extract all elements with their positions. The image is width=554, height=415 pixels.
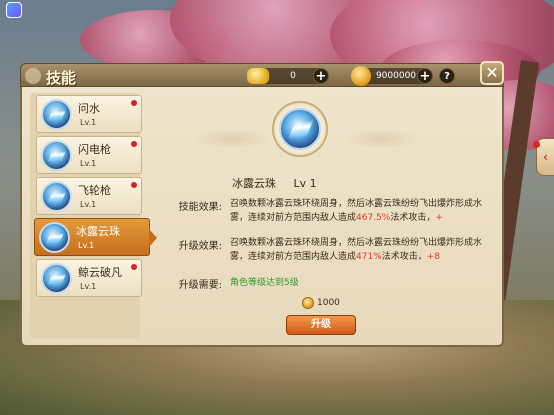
effect-text: 召唤数颗冰露云珠环绕周身，然后冰露云珠纷纷飞出爆炸形成水雾，连续对前方范围内敌人… (230, 197, 494, 225)
skill-detail: 冰露云珠 Lv 1 技能效果: 召唤数颗冰露云珠环绕周身，然后冰露云珠纷纷飞出爆… (152, 93, 497, 339)
upgrade-effect-text: 召唤数颗冰露云珠环绕周身，然后冰露云珠纷纷飞出爆炸形成水雾，连续对前方范围内敌人… (230, 236, 494, 264)
upgrade-percent: 471% (356, 252, 382, 262)
coin-resource: 9000000 + (351, 66, 433, 86)
skill-name: 问水 (78, 102, 100, 115)
upgrade-text-tail: 法术攻击， (381, 252, 427, 262)
skill-item-wenshui[interactable]: 问水 Lv.1 (36, 95, 142, 133)
skill-name: 闪电枪 (78, 143, 111, 156)
close-button[interactable]: ✕ (480, 61, 504, 85)
window-title: 技能 (46, 69, 77, 87)
skill-icon (41, 263, 72, 294)
notification-dot (131, 182, 137, 188)
help-button[interactable]: ? (439, 68, 455, 84)
skill-level: Lv.1 (78, 241, 95, 250)
game-logo-icon[interactable] (6, 2, 22, 18)
window-body: 问水 Lv.1 闪电枪 Lv.1 飞轮枪 Lv.1 冰露云珠 Lv.1 鲸云破凡… (20, 87, 504, 347)
add-coin-button[interactable]: + (417, 68, 433, 84)
upgrade-plus: +8 (426, 252, 441, 262)
cloud-ornament-icon (25, 68, 41, 84)
skill-item-shandianqiang[interactable]: 闪电枪 Lv.1 (36, 136, 142, 174)
cloud-decoration (342, 129, 422, 149)
gold-ingot-icon (247, 68, 269, 84)
chevron-left-icon: ‹ (543, 150, 548, 164)
upgrade-cost: 1000 (302, 297, 340, 309)
skill-name: 冰露云珠 (76, 225, 120, 238)
upgrade-button[interactable]: 升级 (286, 315, 356, 335)
skill-list: 问水 Lv.1 闪电枪 Lv.1 飞轮枪 Lv.1 冰露云珠 Lv.1 鲸云破凡… (30, 93, 157, 339)
effect-text-tail: 法术攻击， (390, 213, 436, 223)
skill-item-binglu-yunzhu[interactable]: 冰露云珠 Lv.1 (34, 218, 157, 256)
effect-percent: 467.5% (356, 213, 391, 223)
skill-title-name: 冰露云珠 (232, 177, 276, 190)
skill-name: 鲸云破凡 (78, 266, 122, 279)
skill-title: 冰露云珠 Lv 1 (232, 175, 317, 191)
cloud-decoration (192, 129, 272, 149)
skill-level: Lv.1 (80, 200, 97, 209)
title-bar: 技能 0 + 9000000 + ? (20, 63, 504, 87)
skill-level: Lv.1 (80, 118, 97, 127)
gold-value: 0 (290, 71, 296, 81)
notification-dot (533, 141, 540, 148)
skill-name: 飞轮枪 (78, 184, 111, 197)
requirement-text: 角色等级达到5级 (230, 278, 299, 288)
skill-icon (39, 222, 70, 253)
notification-dot (131, 100, 137, 106)
requirement-label: 升级需要: (178, 280, 222, 291)
skill-window: 技能 0 + 9000000 + ? ✕ 问水 Lv.1 闪电枪 Lv.1 飞轮… (20, 61, 504, 347)
notification-dot (131, 141, 137, 147)
skill-title-level: Lv 1 (293, 177, 317, 190)
skill-icon (41, 140, 72, 171)
skill-frame (272, 101, 328, 157)
skill-icon-large (279, 108, 321, 150)
add-gold-button[interactable]: + (313, 68, 329, 84)
gold-resource: 0 + (247, 68, 329, 84)
coin-icon (302, 297, 314, 309)
skill-icon (41, 181, 72, 212)
cost-value: 1000 (317, 298, 340, 308)
upgrade-effect-label: 升级效果: (178, 241, 222, 252)
effect-label: 技能效果: (178, 202, 222, 213)
skill-level: Lv.1 (80, 159, 97, 168)
skill-item-feilunqiang[interactable]: 飞轮枪 Lv.1 (36, 177, 142, 215)
notification-dot (131, 264, 137, 270)
effect-plus: + (435, 213, 443, 223)
skill-icon (41, 99, 72, 130)
skill-item-jingyun-pofan[interactable]: 鲸云破凡 Lv.1 (36, 259, 142, 297)
skill-level: Lv.1 (80, 282, 97, 291)
